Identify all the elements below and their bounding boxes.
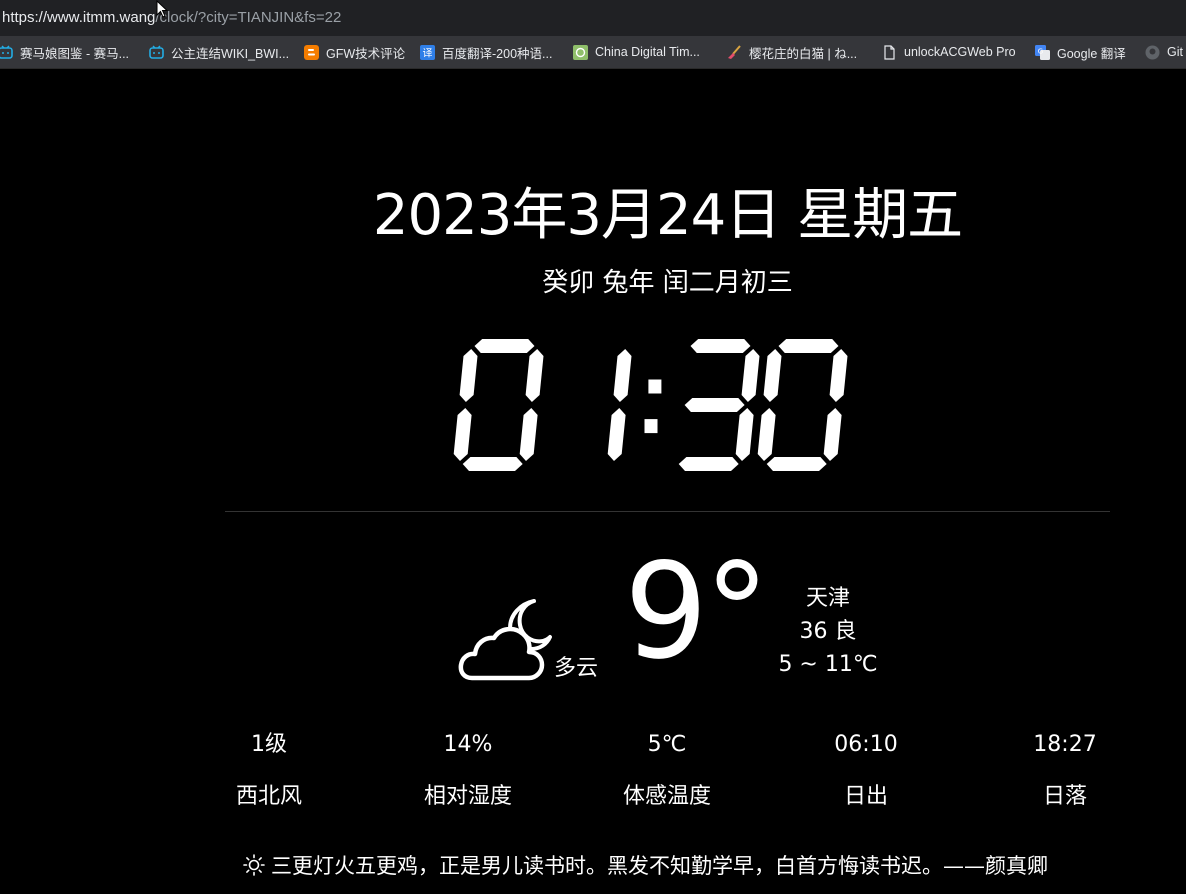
current-temperature: 9° bbox=[624, 535, 770, 689]
cloudy-night-icon bbox=[458, 599, 552, 681]
quote-text: 三更灯火五更鸡，正是男儿读书时。黑发不知勤学早，白首方悔读书迟。——颜真卿 bbox=[271, 854, 1048, 878]
clock-digit bbox=[607, 349, 632, 461]
bookmark-label: 赛马娘图鉴 - 赛马... bbox=[20, 46, 130, 61]
stat-value: 14% bbox=[443, 732, 493, 757]
air-quality: 36 良 bbox=[799, 619, 857, 644]
stat-value: 18:27 bbox=[1033, 732, 1097, 757]
github-icon bbox=[1145, 45, 1160, 60]
broom-icon bbox=[727, 44, 742, 60]
daily-quote: 三更灯火五更鸡，正是男儿读书时。黑发不知勤学早，白首方悔读书迟。——颜真卿 bbox=[243, 850, 1123, 880]
url-host: https://www.itmm.wang bbox=[2, 9, 156, 26]
bookmark-item[interactable]: unlockACGWeb Pro bbox=[882, 42, 1016, 62]
clock-segment bbox=[823, 408, 842, 461]
blogger-icon bbox=[304, 44, 319, 60]
bookmark-label: GFW技术评论 bbox=[326, 46, 406, 61]
svg-text:G: G bbox=[1038, 47, 1043, 55]
temperature-range: 5 ~ 11℃ bbox=[778, 652, 878, 677]
stat-label: 日落 bbox=[1042, 784, 1087, 809]
bookmark-label: Google 翻译 bbox=[1057, 46, 1126, 61]
clock-segment bbox=[613, 349, 632, 402]
stat-humidity: 14% 相对湿度 bbox=[378, 730, 558, 812]
clock-segment bbox=[766, 457, 827, 471]
stat-feels-like: 5℃ 体感温度 bbox=[577, 730, 757, 812]
date-heading: 2023年3月24日 星期五 bbox=[372, 183, 963, 248]
sun-icon bbox=[243, 854, 265, 876]
bookmark-label: 樱花庄的白猫 | ね... bbox=[749, 46, 858, 61]
clock-segment bbox=[459, 349, 478, 402]
baidu-translate-icon: 译 bbox=[420, 44, 435, 60]
google-translate-icon: G bbox=[1035, 44, 1050, 60]
clock-colon-dot bbox=[644, 419, 658, 434]
clock-segment bbox=[678, 457, 739, 471]
bookmark-label: China Digital Tim... bbox=[595, 45, 700, 59]
divider bbox=[225, 511, 1110, 512]
bookmark-label: 百度翻译-200种语... bbox=[442, 46, 553, 61]
clock-segment bbox=[735, 408, 754, 461]
clock-segment bbox=[829, 349, 848, 402]
clock-segment bbox=[607, 408, 626, 461]
weather-condition: 多云 bbox=[554, 656, 599, 681]
bilibili-icon bbox=[149, 45, 164, 60]
clock-segment bbox=[462, 457, 523, 471]
clock-digit bbox=[678, 339, 760, 471]
cdt-icon bbox=[573, 44, 588, 60]
clock-segment bbox=[757, 408, 776, 461]
svg-text:译: 译 bbox=[423, 47, 433, 59]
clock-segment bbox=[684, 398, 745, 412]
bookmark-item[interactable]: Git bbox=[1145, 42, 1183, 62]
weather-side-info: 天津 36 良 5 ~ 11℃ bbox=[770, 582, 886, 681]
bookmark-item[interactable]: 樱花庄的白猫 | ね... bbox=[727, 42, 857, 62]
bookmark-item[interactable]: China Digital Tim... bbox=[573, 42, 700, 62]
digital-clock bbox=[453, 339, 848, 471]
clock-segment bbox=[519, 408, 538, 461]
clock-digit bbox=[453, 339, 544, 471]
bookmark-label: Git bbox=[1167, 45, 1183, 59]
stat-sunrise: 06:10 日出 bbox=[776, 730, 956, 812]
stat-wind: 1级 西北风 bbox=[179, 730, 359, 812]
clock-segment bbox=[525, 349, 544, 402]
clock-segment bbox=[453, 408, 472, 461]
clock-digit bbox=[757, 339, 848, 471]
stat-sunset: 18:27 日落 bbox=[975, 730, 1155, 812]
stat-value: 1级 bbox=[251, 732, 287, 757]
bookmark-item[interactable]: 赛马娘图鉴 - 赛马... bbox=[0, 42, 129, 62]
page-icon bbox=[882, 44, 897, 60]
stat-value: 06:10 bbox=[834, 732, 898, 757]
stat-label: 相对湿度 bbox=[423, 784, 512, 809]
address-bar[interactable]: https://www.itmm.wang/clock/?city=TIANJI… bbox=[0, 0, 1186, 36]
mouse-cursor-icon bbox=[156, 0, 168, 18]
clock-segment bbox=[690, 339, 751, 353]
bookmarks-bar: 赛马娘图鉴 - 赛马... 公主连结WIKI_BWI... GFW技术评论 译 … bbox=[0, 36, 1186, 69]
clock-segment bbox=[763, 349, 782, 402]
stat-label: 西北风 bbox=[235, 784, 302, 809]
stat-label: 日出 bbox=[843, 784, 888, 809]
clock-segment bbox=[474, 339, 535, 353]
city-name: 天津 bbox=[805, 586, 850, 611]
clock-segment bbox=[741, 349, 760, 402]
bookmark-item[interactable]: G Google 翻译 bbox=[1035, 42, 1126, 62]
url-text[interactable]: https://www.itmm.wang/clock/?city=TIANJI… bbox=[2, 9, 341, 26]
url-path: /clock/?city=TIANJIN&fs=22 bbox=[155, 9, 342, 26]
bookmark-item[interactable]: 译 百度翻译-200种语... bbox=[420, 42, 552, 62]
bilibili-icon bbox=[0, 45, 13, 60]
bookmark-item[interactable]: GFW技术评论 bbox=[304, 42, 405, 62]
bookmark-item[interactable]: 公主连结WIKI_BWI... bbox=[149, 42, 289, 62]
clock-colon-dot bbox=[648, 379, 662, 394]
clock-segment bbox=[778, 339, 839, 353]
bookmark-label: unlockACGWeb Pro bbox=[904, 45, 1016, 59]
stat-value: 5℃ bbox=[647, 732, 687, 757]
stat-label: 体感温度 bbox=[622, 784, 711, 809]
bookmark-label: 公主连结WIKI_BWI... bbox=[171, 46, 290, 61]
lunar-date: 癸卯 兔年 闰二月初三 bbox=[542, 268, 793, 298]
